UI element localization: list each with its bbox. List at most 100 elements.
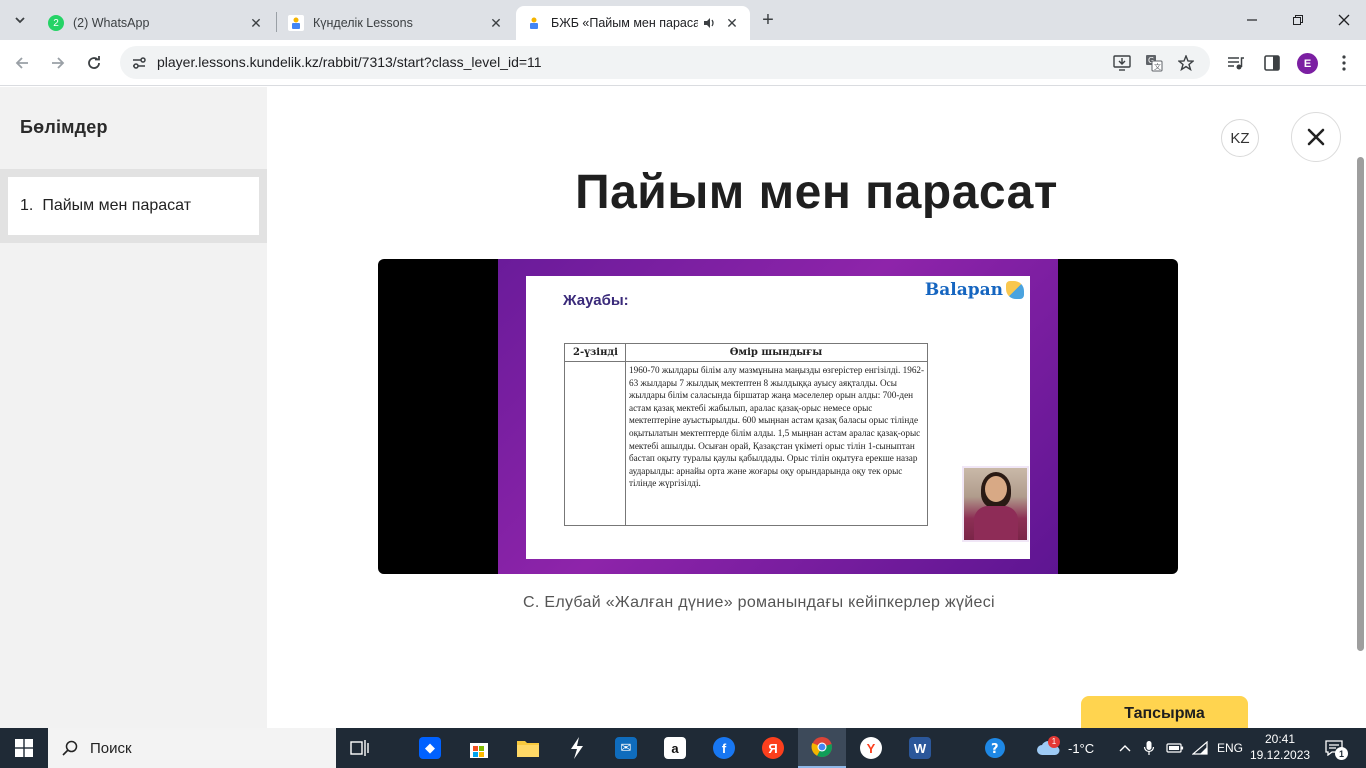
taskbar-search[interactable]: Поиск <box>48 728 336 768</box>
dropbox-icon: ◆ <box>419 737 441 759</box>
task-view-button[interactable] <box>336 728 384 768</box>
close-tab-icon[interactable]: ✕ <box>488 15 504 31</box>
close-icon <box>1338 14 1350 26</box>
notification-count: 1 <box>1335 747 1348 760</box>
svg-text:?: ? <box>991 742 999 757</box>
taskbar-amazon[interactable]: a <box>651 728 699 768</box>
svg-text:文: 文 <box>1154 62 1161 71</box>
taskbar-facebook[interactable]: f <box>700 728 748 768</box>
taskbar-app-bolt[interactable] <box>553 728 601 768</box>
taskbar-yandex-browser[interactable]: Y <box>847 728 895 768</box>
new-tab-button[interactable]: + <box>756 8 780 32</box>
taskbar-yandex[interactable]: Я <box>749 728 797 768</box>
restore-button[interactable] <box>1275 0 1321 40</box>
section-list: 1. Пайым мен парасат <box>0 169 267 243</box>
amazon-icon: a <box>664 737 686 759</box>
start-button[interactable] <box>0 728 48 768</box>
translate-icon[interactable]: G文 <box>1144 53 1164 73</box>
minimize-icon <box>1247 19 1257 21</box>
show-hidden-icons[interactable] <box>1118 728 1132 768</box>
language-switch-button[interactable]: KZ <box>1221 119 1259 157</box>
speaker-icon[interactable] <box>702 16 716 30</box>
browser-toolbar: player.lessons.kundelik.kz/rabbit/7313/s… <box>0 40 1366 86</box>
input-language[interactable]: ENG <box>1217 728 1243 768</box>
url-text[interactable]: player.lessons.kundelik.kz/rabbit/7313/s… <box>157 54 542 70</box>
balapan-logo: Balapan <box>925 280 1024 300</box>
taskbar-clock[interactable]: 20:41 19.12.2023 <box>1250 731 1310 763</box>
taskbar-store[interactable] <box>455 728 503 768</box>
close-tab-icon[interactable]: ✕ <box>248 15 264 31</box>
balapan-leaf-icon <box>1006 281 1024 299</box>
close-window-button[interactable] <box>1321 0 1366 40</box>
page-scrollbar[interactable] <box>1357 157 1364 651</box>
back-button[interactable] <box>8 49 36 77</box>
microphone-icon[interactable] <box>1143 728 1155 768</box>
chrome-icon <box>811 737 832 758</box>
install-app-icon[interactable] <box>1112 53 1132 73</box>
taskbar-dropbox[interactable]: ◆ <box>406 728 454 768</box>
media-control-icon[interactable] <box>1225 52 1247 74</box>
close-lesson-button[interactable] <box>1291 112 1341 162</box>
site-settings-icon[interactable] <box>130 54 148 72</box>
tab-kundelik-lessons[interactable]: Күнделік Lessons ✕ <box>278 6 514 40</box>
section-item[interactable]: 1. Пайым мен парасат <box>8 177 259 235</box>
taskbar-file-explorer[interactable] <box>504 728 552 768</box>
sidebar-title: Бөлімдер <box>20 117 108 137</box>
reload-button[interactable] <box>80 49 108 77</box>
chevron-up-icon <box>1119 745 1131 752</box>
weather-badge: 1 <box>1048 736 1060 748</box>
tab-whatsapp[interactable]: 2 (2) WhatsApp ✕ <box>38 6 274 40</box>
table-divider <box>625 344 626 525</box>
tab-separator <box>276 12 277 32</box>
weather-temperature: -1°C <box>1068 740 1095 756</box>
slide-table: 2-үзінді Өмір шындығы 1960-70 жылдары бі… <box>564 343 928 526</box>
battery-icon[interactable] <box>1166 728 1184 768</box>
taskbar-chrome[interactable] <box>798 728 846 768</box>
chevron-down-icon <box>15 17 25 24</box>
address-bar[interactable]: player.lessons.kundelik.kz/rabbit/7313/s… <box>120 46 1210 79</box>
kundelik-icon <box>288 15 304 31</box>
bookmark-star-icon[interactable] <box>1176 53 1196 73</box>
profile-avatar[interactable]: E <box>1297 53 1318 74</box>
taskbar-word[interactable]: W <box>896 728 944 768</box>
table-header-cell: 2-үзінді <box>573 347 618 358</box>
logo-text: Balapan <box>924 280 1003 300</box>
facebook-icon: f <box>713 737 735 759</box>
close-tab-icon[interactable]: ✕ <box>724 15 740 31</box>
sections-sidebar: Бөлімдер 1. Пайым мен парасат <box>0 87 267 728</box>
table-header-cell: Өмір шындығы <box>729 347 823 358</box>
interpreter-face <box>985 476 1007 502</box>
windows-taskbar: Поиск ◆ ✉ a f Я Y W ? 1 -1°C ENG 20:41 1… <box>0 728 1366 768</box>
tab-search-button[interactable] <box>6 8 34 32</box>
interpreter-body <box>974 506 1018 540</box>
task-button[interactable]: Тапсырма <box>1081 696 1248 732</box>
minimize-button[interactable] <box>1229 0 1275 40</box>
store-icon <box>470 743 488 758</box>
forward-button[interactable] <box>44 49 72 77</box>
clock-date: 19.12.2023 <box>1250 748 1311 762</box>
help-icon[interactable]: ? <box>984 728 1006 768</box>
close-icon <box>1307 128 1325 146</box>
task-view-icon <box>350 740 369 756</box>
video-player[interactable]: Жауабы: Balapan 2-үзінді Өмір шындығы 19… <box>378 259 1178 574</box>
notification-center-button[interactable]: 1 <box>1322 736 1348 760</box>
weather-widget[interactable]: 1 -1°C <box>1036 728 1094 768</box>
wifi-icon[interactable] <box>1192 728 1208 768</box>
reload-icon <box>88 56 100 69</box>
menu-dots-icon[interactable] <box>1333 52 1355 74</box>
taskbar-mail[interactable]: ✉ <box>602 728 650 768</box>
clock-time: 20:41 <box>1264 732 1296 746</box>
side-panel-icon[interactable] <box>1261 52 1283 74</box>
section-number: 1. <box>20 197 34 214</box>
slide-heading: Жауабы: <box>563 292 629 309</box>
section-label: Пайым мен парасат <box>42 197 192 214</box>
tab-bjb-active[interactable]: БЖБ «Пайым мен парасат» ✕ <box>516 6 750 40</box>
video-caption: С. Елубай «Жалған дүние» романындағы кей… <box>523 594 995 611</box>
tab-title: (2) WhatsApp <box>73 16 150 30</box>
windows-logo-icon <box>15 739 33 757</box>
browser-tab-strip: 2 (2) WhatsApp ✕ Күнделік Lessons ✕ БЖБ … <box>0 0 1366 40</box>
yandex-browser-icon: Y <box>860 737 882 759</box>
lesson-slide: Жауабы: Balapan 2-үзінді Өмір шындығы 19… <box>526 276 1030 559</box>
lightning-icon <box>571 737 583 759</box>
kundelik-icon <box>526 15 542 31</box>
